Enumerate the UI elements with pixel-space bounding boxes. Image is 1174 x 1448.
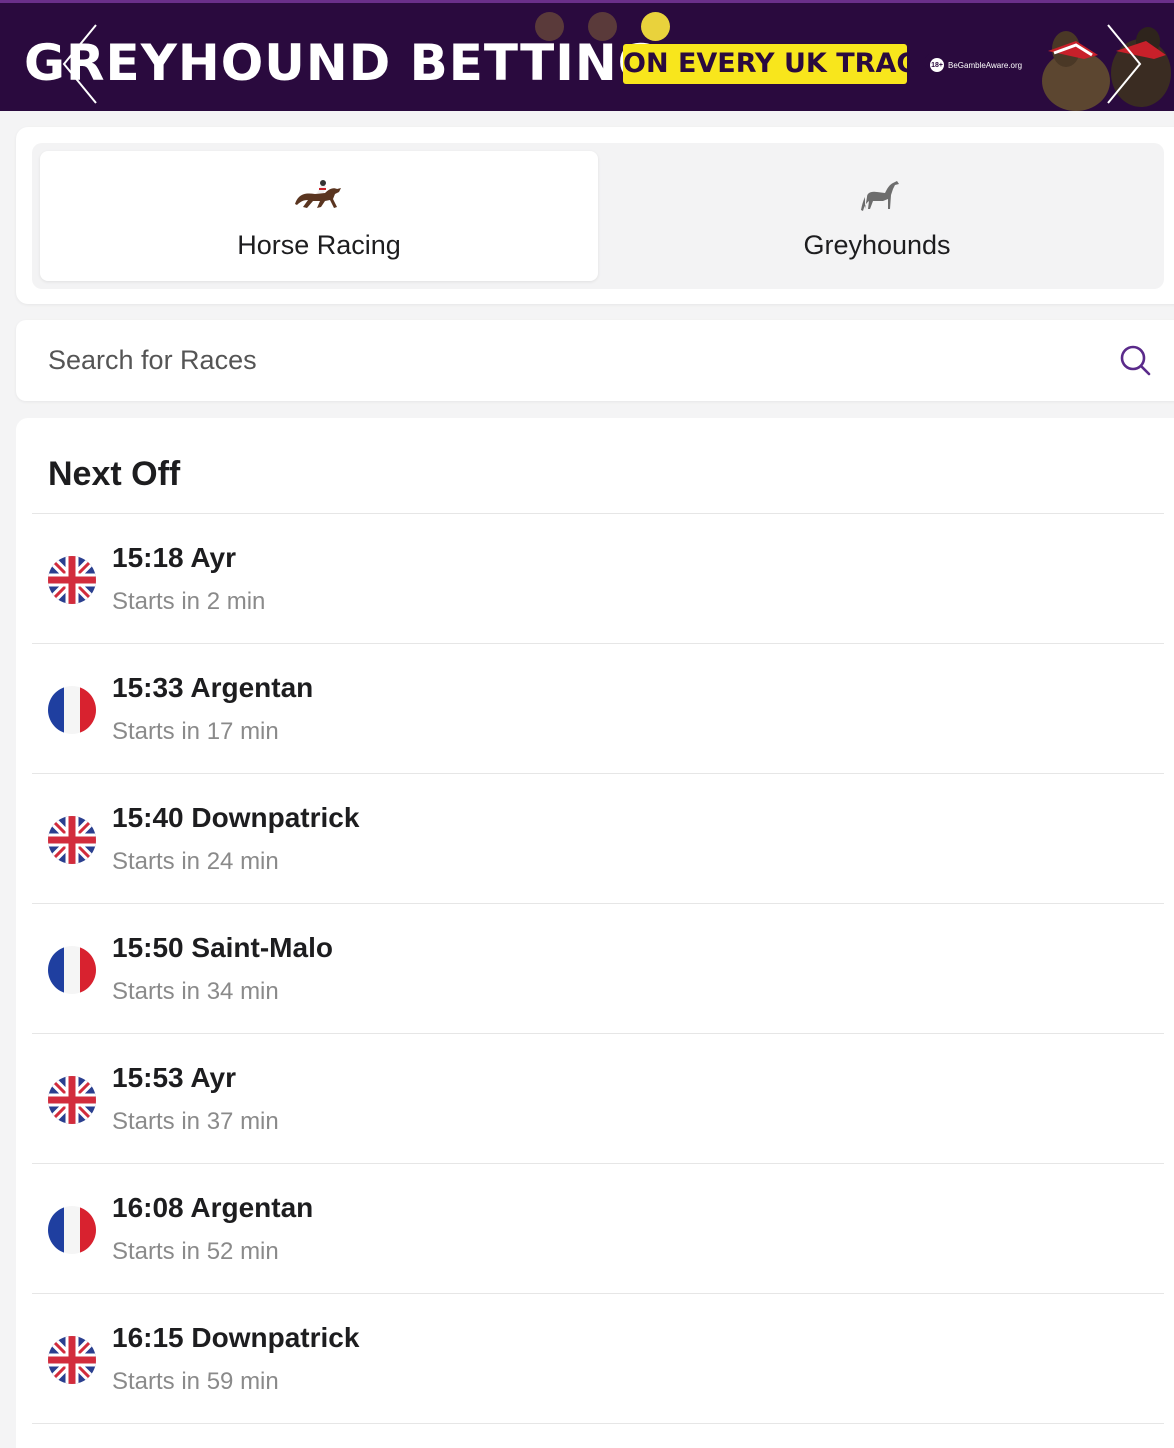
- race-start-countdown: Starts in 17 min: [112, 718, 279, 745]
- race-name: 16:08 Argentan: [112, 1192, 314, 1223]
- race-row[interactable]: 15:18 Ayr Starts in 2 min: [32, 513, 1164, 643]
- gamble-aware-notice: 18+ BeGambleAware.org: [930, 58, 1022, 72]
- tab-greyhounds[interactable]: Greyhounds: [598, 151, 1156, 281]
- france-flag-icon: [48, 686, 96, 734]
- tab-greyhounds-label: Greyhounds: [803, 230, 951, 260]
- banner-title: GREYHOUND BETTING: [24, 34, 660, 92]
- race-name: 15:53 Ayr: [112, 1062, 237, 1093]
- race-row[interactable]: 15:40 Downpatrick Starts in 24 min: [32, 773, 1164, 903]
- racehorse-jockey-icon: [295, 180, 341, 208]
- race-start-countdown: Starts in 37 min: [112, 1108, 279, 1135]
- tab-horse-racing[interactable]: Horse Racing: [40, 151, 598, 281]
- next-off-section: Next Off 15:18 Ayr Starts in 2 min 15:33 …: [16, 418, 1174, 1448]
- tab-horse-racing-label: Horse Racing: [237, 230, 401, 260]
- sport-selector-card: Horse Racing Greyhounds: [16, 127, 1174, 304]
- promo-banner[interactable]: GREYHOUND BETTING ON EVERY UK TRACK 18+ …: [0, 0, 1174, 111]
- race-row[interactable]: 16:15 Downpatrick Starts in 59 min: [32, 1293, 1164, 1424]
- france-flag-icon: [48, 1206, 96, 1254]
- banner-tagline: ON EVERY UK TRACK: [623, 44, 937, 84]
- race-name: 15:50 Saint-Malo: [112, 932, 333, 963]
- greyhound-icon: [861, 181, 899, 211]
- search-icon[interactable]: [1118, 343, 1152, 377]
- race-row[interactable]: 15:53 Ayr Starts in 37 min: [32, 1033, 1164, 1163]
- race-start-countdown: Starts in 34 min: [112, 978, 279, 1005]
- uk-flag-icon: [48, 816, 96, 864]
- race-row[interactable]: 15:33 Argentan Starts in 17 min: [32, 643, 1164, 773]
- sport-selector: Horse Racing Greyhounds: [32, 143, 1164, 289]
- race-search-box: [16, 320, 1174, 401]
- race-start-countdown: Starts in 59 min: [112, 1368, 279, 1395]
- search-input[interactable]: [46, 320, 1110, 401]
- race-start-countdown: Starts in 24 min: [112, 848, 279, 875]
- race-name: 15:40 Downpatrick: [112, 802, 360, 833]
- age-restriction-badge: 18+: [930, 58, 944, 72]
- gamble-aware-text: BeGambleAware.org: [948, 60, 1023, 70]
- race-name: 15:18 Ayr: [112, 542, 237, 573]
- race-list: 15:18 Ayr Starts in 2 min 15:33 Argentan S…: [32, 513, 1164, 1424]
- france-flag-icon: [48, 946, 96, 994]
- race-name: 15:33 Argentan: [112, 672, 314, 703]
- uk-flag-icon: [48, 1336, 96, 1384]
- banner-prev-arrow-icon[interactable]: [60, 23, 100, 105]
- uk-flag-icon: [48, 556, 96, 604]
- section-title: Next Off: [48, 455, 181, 493]
- uk-flag-icon: [48, 1076, 96, 1124]
- race-start-countdown: Starts in 52 min: [112, 1238, 279, 1265]
- race-row[interactable]: 15:50 Saint-Malo Starts in 34 min: [32, 903, 1164, 1033]
- banner-next-arrow-icon[interactable]: [1104, 23, 1144, 105]
- race-name: 16:15 Downpatrick: [112, 1322, 360, 1353]
- race-row[interactable]: 16:08 Argentan Starts in 52 min: [32, 1163, 1164, 1293]
- race-start-countdown: Starts in 2 min: [112, 588, 266, 615]
